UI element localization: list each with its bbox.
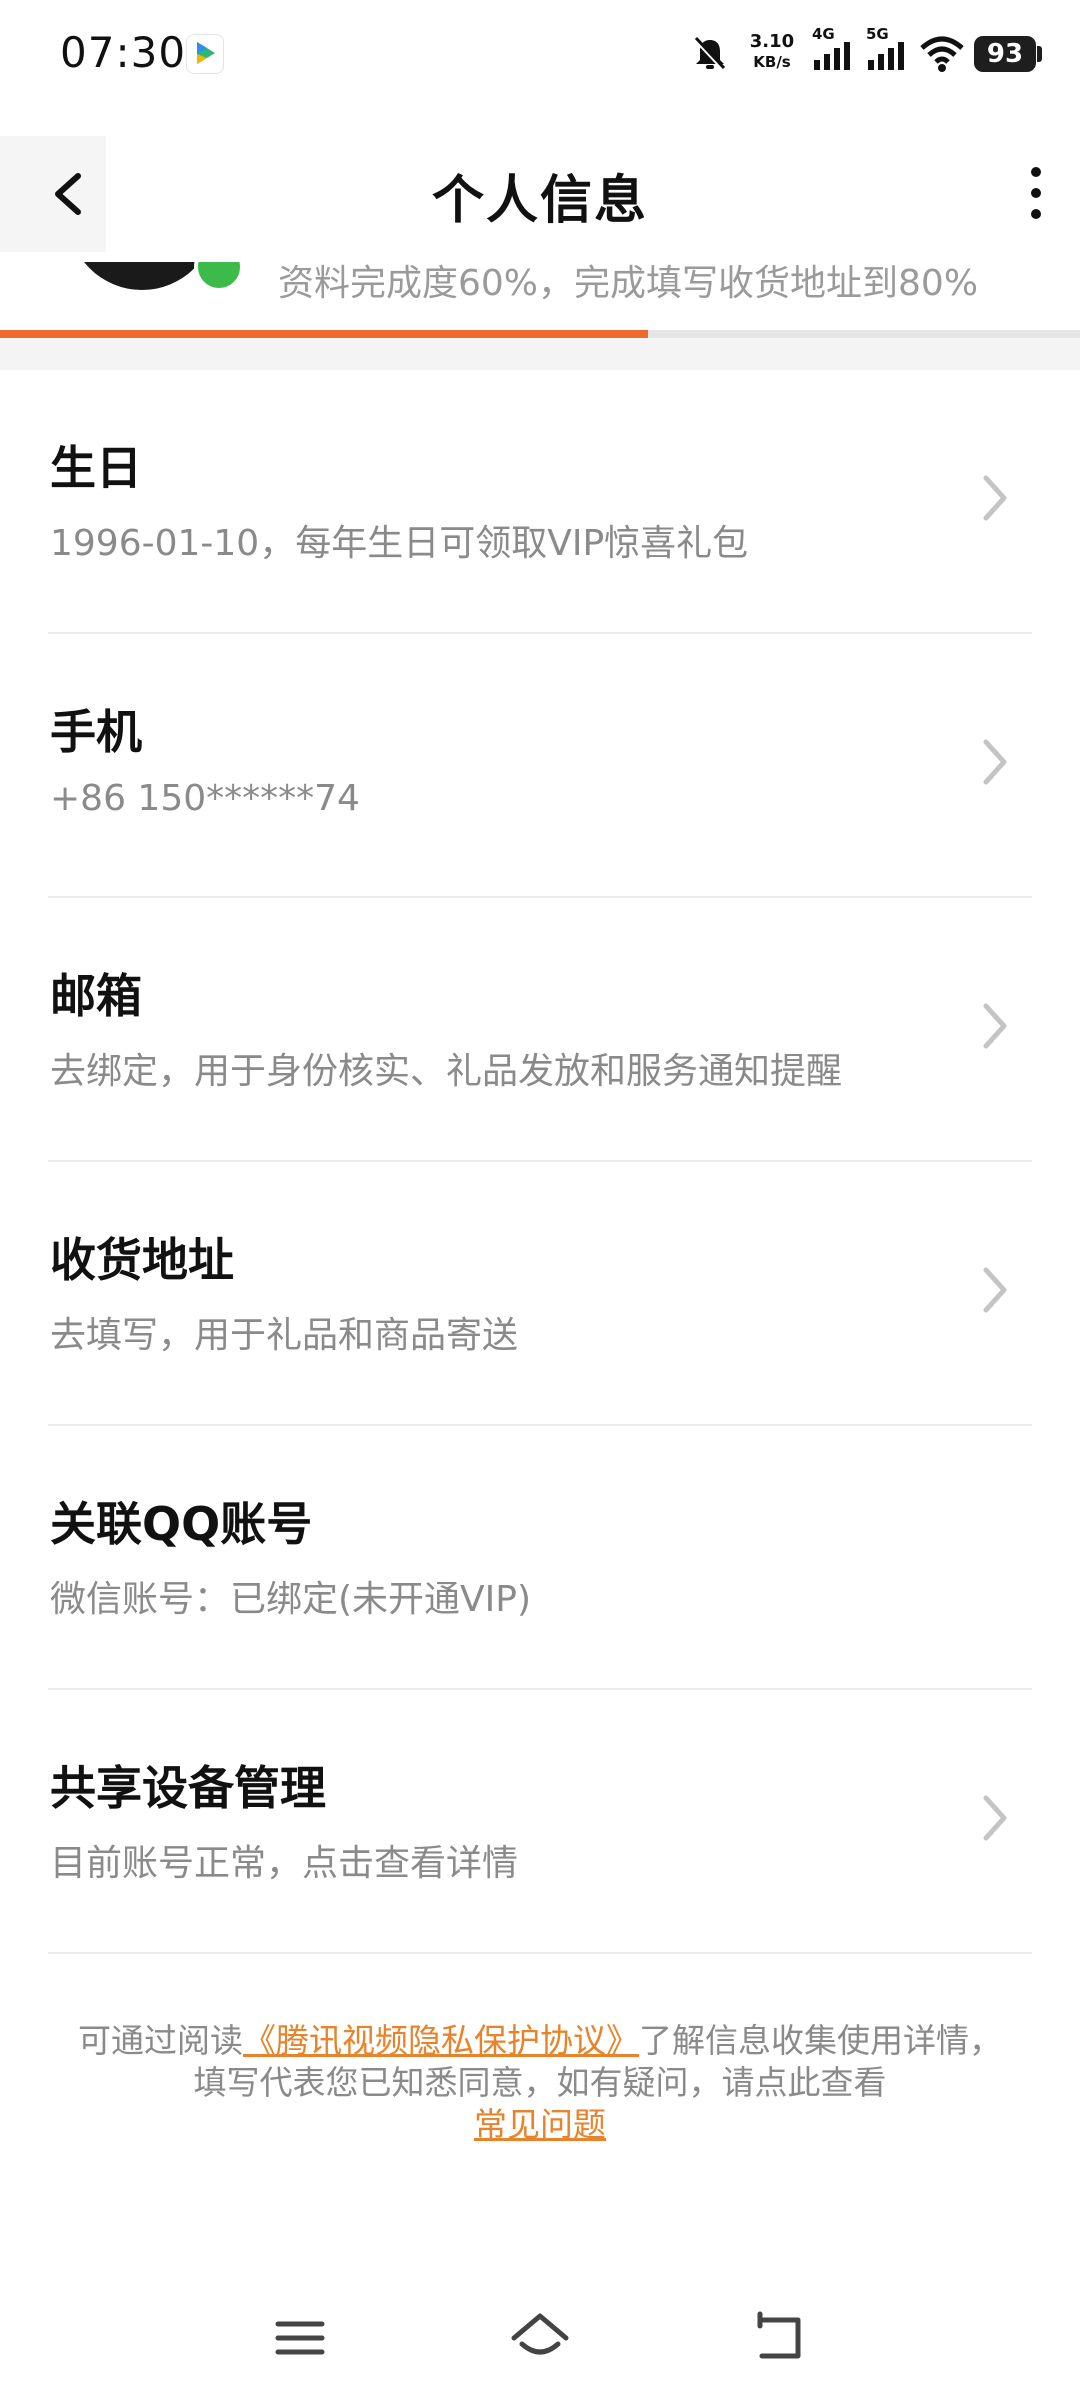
signal-4g: 4G [812, 26, 856, 76]
chevron-right-icon [983, 1267, 1007, 1313]
network-speed: 3.10 KB/s [742, 32, 802, 72]
battery-level: 93 [974, 36, 1036, 72]
item-subtitle: 目前账号正常，点击查看详情 [50, 1843, 519, 1884]
profile-summary: 资料完成度60%，完成填写收货地址到80% [0, 262, 1080, 330]
item-title: 生日 [50, 441, 142, 495]
battery-nub [1037, 46, 1042, 62]
list-item-linked-qq: 关联QQ账号 微信账号：已绑定(未开通VIP) [48, 1426, 1032, 1690]
back-arrow-icon [757, 2311, 801, 2359]
privacy-note-prefix: 可通过阅读 [78, 2021, 243, 2060]
chevron-right-icon [983, 739, 1007, 785]
faq-link[interactable]: 常见问题 [474, 2105, 606, 2144]
mute-bell-icon [694, 36, 726, 72]
network-speed-unit: KB/s [753, 53, 791, 71]
network-speed-value: 3.10 [749, 31, 795, 52]
status-time: 07:30 [60, 28, 187, 77]
profile-progress-bar [0, 330, 1080, 338]
privacy-policy-link[interactable]: 《腾讯视频隐私保护协议》 [243, 2021, 639, 2060]
item-title: 关联QQ账号 [50, 1497, 313, 1551]
page-title: 个人信息 [431, 171, 648, 231]
item-title: 收货地址 [50, 1233, 234, 1287]
item-title: 手机 [50, 705, 142, 759]
list-item-shared-devices[interactable]: 共享设备管理 目前账号正常，点击查看详情 [48, 1690, 1032, 1954]
item-subtitle: 去绑定，用于身份核实、礼品发放和服务通知提醒 [50, 1051, 843, 1092]
info-list: 生日 1996-01-10，每年生日可领取VIP惊喜礼包 手机 +86 150*… [0, 370, 1080, 1954]
item-subtitle: +86 150******74 [50, 778, 360, 819]
avatar-status-badge [194, 262, 244, 292]
list-item-email[interactable]: 邮箱 去绑定，用于身份核实、礼品发放和服务通知提醒 [48, 898, 1032, 1162]
list-item-phone[interactable]: 手机 +86 150******74 [48, 634, 1032, 898]
profile-completion-text: 资料完成度60%，完成填写收货地址到80% [278, 263, 979, 304]
nav-menu-button[interactable] [260, 2300, 340, 2376]
wifi-icon [920, 36, 964, 72]
signal-bars-icon [868, 42, 904, 70]
tencent-video-app-icon [186, 34, 224, 74]
privacy-note: 可通过阅读《腾讯视频隐私保护协议》了解信息收集使用详情，填写代表您已知悉同意，如… [70, 2020, 1010, 2146]
list-item-birthday[interactable]: 生日 1996-01-10，每年生日可领取VIP惊喜礼包 [48, 370, 1032, 634]
header: 个人信息 [0, 108, 1080, 268]
item-subtitle: 微信账号：已绑定(未开通VIP) [50, 1579, 532, 1620]
item-title: 共享设备管理 [50, 1761, 326, 1815]
signal-5g-label: 5G [866, 25, 889, 43]
section-divider [0, 338, 1080, 370]
nav-back-button[interactable] [740, 2300, 820, 2376]
chevron-right-icon [983, 1795, 1007, 1841]
chevron-right-icon [983, 475, 1007, 521]
signal-5g: 5G [866, 26, 910, 76]
status-bar: 07:30 3.10 KB/s 4G 5G 93 [0, 0, 1080, 108]
nav-home-button[interactable] [500, 2300, 580, 2376]
item-subtitle: 去填写，用于礼品和商品寄送 [50, 1315, 519, 1356]
signal-bars-icon [814, 42, 850, 70]
item-subtitle: 1996-01-10，每年生日可领取VIP惊喜礼包 [50, 523, 749, 564]
more-button[interactable] [992, 148, 1064, 238]
profile-progress-fill [0, 330, 648, 338]
list-item-shipping-address[interactable]: 收货地址 去填写，用于礼品和商品寄送 [48, 1162, 1032, 1426]
chevron-right-icon [983, 1003, 1007, 1049]
menu-icon [275, 2321, 325, 2355]
signal-4g-label: 4G [812, 25, 835, 43]
page: 07:30 3.10 KB/s 4G 5G 93 个人信息 资料完成度60%，完… [0, 0, 1080, 2400]
home-icon [511, 2313, 569, 2355]
more-vertical-icon [1031, 167, 1041, 219]
item-title: 邮箱 [50, 969, 142, 1023]
system-nav-bar [0, 2280, 1080, 2400]
